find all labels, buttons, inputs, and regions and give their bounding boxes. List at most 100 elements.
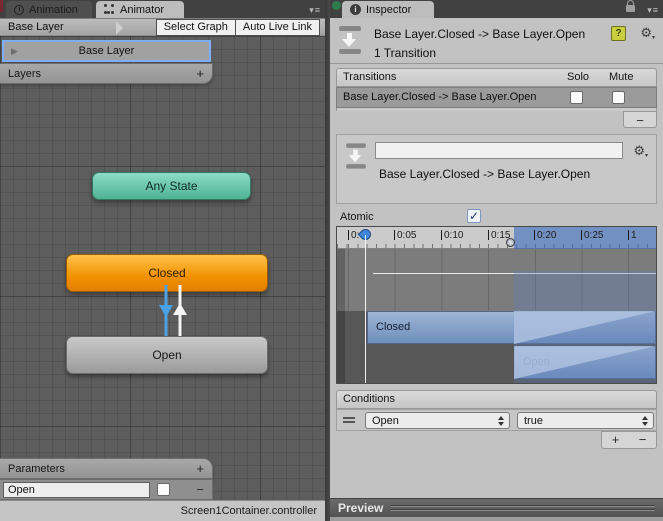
window-icon — [332, 1, 341, 10]
transition-icon — [339, 26, 361, 54]
animator-tabbar: Animation Animator ▾≡ — [0, 0, 325, 18]
timeline-left-margin — [337, 249, 345, 383]
ruler-tick-label: 0:05 — [393, 230, 417, 241]
playhead-line — [365, 235, 366, 383]
timeline-body[interactable]: Closed Open — [337, 249, 656, 383]
remove-parameter-button[interactable]: − — [196, 482, 204, 497]
arrowhead-down-icon — [159, 305, 173, 317]
chevron-right-icon — [116, 21, 123, 35]
state-machine-graph[interactable]: ▶ Base Layer Layers + Any State Closed O… — [0, 36, 325, 500]
transition-icon — [346, 143, 366, 169]
state-node-label: Closed — [148, 266, 186, 280]
transition-timeline[interactable]: 0:00 0:05 0:10 0:15 0:20 0:25 1 Closed O… — [336, 226, 657, 384]
state-node-any-state[interactable]: Any State — [92, 172, 251, 200]
mute-checkbox[interactable] — [612, 91, 625, 104]
transitions-title: Transitions — [343, 71, 397, 83]
panel-menu-icon[interactable]: ▾≡ — [309, 5, 321, 16]
tab-animation[interactable]: Animation — [6, 1, 92, 18]
arrowhead-up-icon — [173, 303, 187, 315]
track-bar-label: Closed — [376, 321, 411, 333]
condition-parameter-dropdown[interactable]: Open — [365, 412, 510, 429]
layer-row-label: Base Layer — [78, 45, 135, 57]
layers-header: Layers + — [0, 63, 213, 84]
layers-header-label: Layers — [8, 67, 42, 80]
foldout-arrow-icon[interactable]: ▶ — [11, 46, 18, 57]
controller-path-label: Screen1Container.controller — [180, 505, 317, 517]
select-graph-button[interactable]: Select Graph — [155, 19, 235, 36]
conditions-title: Conditions — [343, 393, 395, 405]
transition-detail-label: Base Layer.Closed -> Base Layer.Open — [379, 167, 591, 181]
transition-start-handle-icon[interactable] — [506, 238, 515, 247]
parameter-name-field[interactable] — [3, 482, 150, 498]
transition-title: Base Layer.Closed -> Base Layer.Open — [374, 27, 586, 41]
atomic-checkbox[interactable]: ✓ — [467, 209, 481, 223]
unity-editor-window: Animation Animator ▾≡ Base Layer Select … — [0, 0, 663, 521]
transition-range-highlight[interactable] — [514, 271, 656, 383]
state-node-label: Any State — [145, 179, 198, 193]
help-icon[interactable]: ? — [611, 26, 626, 41]
animator-toolbar: Base Layer Select Graph Auto Live Link — [0, 18, 325, 36]
record-icon — [0, 0, 3, 12]
inspector-panel: i Inspector ▾≡ Base Layer.Closed -> Base… — [330, 0, 663, 521]
add-parameter-button[interactable]: + — [196, 461, 204, 476]
conditions-section-header: Conditions — [336, 390, 657, 409]
tab-animator[interactable]: Animator — [96, 1, 184, 18]
state-node-label: Open — [152, 348, 182, 362]
condition-value-dropdown[interactable]: true — [517, 412, 654, 429]
transition-row-label: Base Layer.Closed -> Base Layer.Open — [343, 91, 537, 103]
remove-transition-button[interactable]: − — [623, 111, 657, 128]
ruler-tick-label: 1 — [628, 230, 637, 241]
solo-column-label: Solo — [567, 71, 590, 83]
transition-arrows[interactable] — [150, 285, 210, 341]
tab-animator-label: Animator — [120, 3, 165, 16]
solo-checkbox[interactable] — [570, 91, 583, 104]
list-footer-strip — [336, 108, 657, 111]
tab-inspector[interactable]: i Inspector — [342, 1, 434, 18]
transition-name-field[interactable] — [375, 142, 623, 159]
add-layer-button[interactable]: + — [196, 66, 204, 81]
tab-inspector-label: Inspector — [366, 3, 412, 16]
ruler-tick-label: 0:25 — [580, 230, 604, 241]
condition-value: true — [524, 415, 543, 427]
parameters-header-label: Parameters — [8, 462, 65, 475]
animator-icon — [104, 4, 115, 15]
preview-area — [330, 517, 663, 521]
gear-icon[interactable]: ⚙ — [633, 143, 648, 159]
transition-count: 1 Transition — [374, 46, 437, 60]
parameter-value-checkbox[interactable] — [157, 483, 170, 496]
statusbar: Screen1Container.controller — [0, 500, 325, 521]
info-icon: i — [350, 4, 361, 15]
auto-live-link-button[interactable]: Auto Live Link — [234, 19, 320, 36]
tab-animation-label: Animation — [29, 3, 78, 16]
animator-panel: Animation Animator ▾≡ Base Layer Select … — [0, 0, 325, 521]
atomic-label: Atomic — [340, 211, 374, 223]
ruler-tick-label: 0:20 — [533, 230, 557, 241]
inspector-tabbar: i Inspector ▾≡ — [330, 0, 663, 18]
transition-detail-box: ⚙ Base Layer.Closed -> Base Layer.Open — [336, 134, 657, 204]
parameters-header: Parameters + — [0, 458, 213, 479]
preview-bar[interactable]: Preview — [330, 498, 663, 517]
transition-list-row[interactable]: Base Layer.Closed -> Base Layer.Open — [336, 87, 657, 108]
timeline-ruler[interactable]: 0:00 0:05 0:10 0:15 0:20 0:25 1 — [337, 227, 656, 249]
clock-icon — [14, 4, 24, 15]
layer-row-base-layer[interactable]: ▶ Base Layer — [2, 40, 211, 62]
panel-menu-icon[interactable]: ▾≡ — [647, 5, 659, 16]
lock-icon[interactable] — [626, 0, 635, 12]
preview-label: Preview — [338, 501, 384, 515]
transitions-section-header: Transitions Solo Mute — [336, 68, 657, 87]
minus-icon: − — [636, 113, 644, 128]
conditions-footer: + − — [601, 431, 657, 449]
add-condition-button[interactable]: + — [602, 432, 629, 448]
remove-condition-button[interactable]: − — [629, 432, 656, 448]
grip-icon[interactable] — [391, 504, 655, 512]
gear-icon[interactable]: ⚙ — [640, 25, 655, 41]
drag-handle-icon[interactable] — [343, 417, 355, 423]
state-node-open[interactable]: Open — [66, 336, 268, 374]
ruler-tick-label: 0:10 — [440, 230, 464, 241]
breadcrumb[interactable]: Base Layer — [8, 21, 64, 33]
condition-parameter-value: Open — [372, 415, 399, 427]
condition-row: Open true — [336, 409, 657, 431]
inspector-header: Base Layer.Closed -> Base Layer.Open 1 T… — [330, 18, 663, 64]
mute-column-label: Mute — [609, 71, 634, 83]
parameter-row: − — [0, 479, 213, 500]
